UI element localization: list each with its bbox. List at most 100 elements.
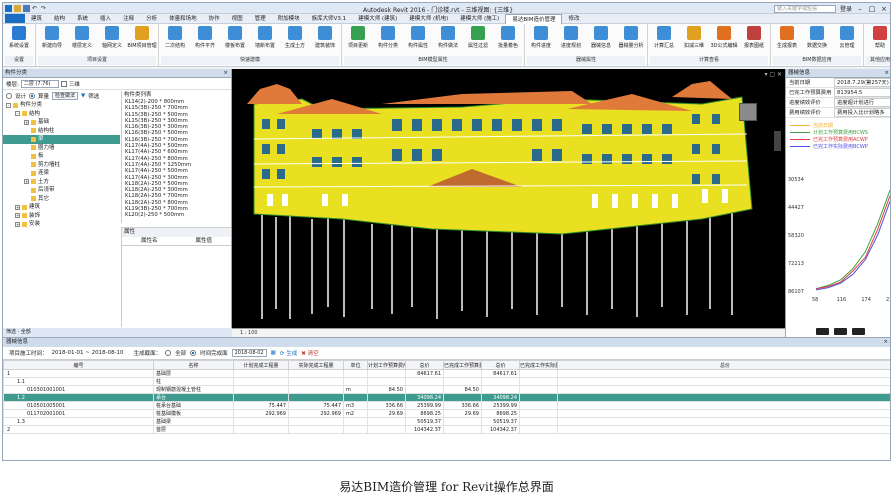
expand-icon[interactable]: + bbox=[24, 119, 29, 125]
cost-panel-close-icon[interactable]: × bbox=[883, 338, 888, 347]
column-header[interactable]: 总价 bbox=[405, 360, 444, 370]
ribbon-button[interactable]: 构件分类 bbox=[374, 26, 402, 49]
tree-node[interactable]: 剪力墙柱 bbox=[3, 161, 120, 170]
ribbon-button[interactable]: 属性过滤 bbox=[464, 26, 492, 49]
panel-close-icon[interactable]: × bbox=[223, 69, 228, 78]
ribbon-button[interactable]: 轴网定义 bbox=[98, 26, 126, 49]
user-label[interactable]: 登录 bbox=[840, 4, 852, 13]
maximize-button[interactable]: □ bbox=[868, 5, 876, 13]
save-icon[interactable] bbox=[23, 4, 30, 12]
tree-node[interactable]: - 构件分类 bbox=[3, 101, 120, 110]
tree-node[interactable]: + 土方 bbox=[3, 178, 120, 187]
ribbon-tab[interactable]: 易达BIM造价管理 bbox=[505, 13, 563, 24]
table-row[interactable]: 1.2 承台 34098.24 34098.24 bbox=[3, 393, 890, 402]
ribbon-button[interactable]: 楼层定义 bbox=[68, 26, 96, 49]
design-mode-radio[interactable] bbox=[6, 92, 12, 99]
ribbon-button[interactable]: 二次结构 bbox=[161, 26, 189, 49]
table-row[interactable]: 011702001001 桩基础模板 292.969 292.969 m2 29.69 86… bbox=[3, 409, 890, 418]
ribbon-tab[interactable]: 分析 bbox=[140, 14, 163, 24]
expand-icon[interactable]: + bbox=[15, 213, 20, 219]
column-header[interactable]: 总价 bbox=[557, 360, 890, 370]
revit-logo-icon[interactable] bbox=[5, 4, 12, 12]
ribbon-button[interactable]: 系统设置 bbox=[5, 26, 33, 49]
date-input[interactable]: 2018-08-02 bbox=[231, 349, 267, 357]
column-header[interactable]: 计划完成工程量 bbox=[233, 360, 289, 370]
tree-node[interactable]: 结构柱 bbox=[3, 127, 120, 136]
ribbon-tab[interactable]: 协作 bbox=[203, 14, 226, 24]
ribbon-button[interactable]: 扣减三维 bbox=[680, 26, 708, 49]
tree-node[interactable]: 板 bbox=[3, 152, 120, 161]
ribbon-button[interactable]: 楼板布置 bbox=[221, 26, 249, 49]
expand-icon[interactable]: + bbox=[15, 204, 20, 210]
column-header[interactable]: 编号 bbox=[3, 360, 154, 370]
ribbon-tab[interactable]: 视图 bbox=[226, 14, 249, 24]
3d-viewport[interactable]: ▾ ▢ ✕ 1: 100 bbox=[232, 69, 785, 337]
ribbon-button[interactable]: 器械信息 bbox=[587, 26, 615, 49]
all-radio[interactable] bbox=[165, 350, 172, 356]
ribbon-tab[interactable]: 结构 bbox=[48, 14, 71, 24]
table-row[interactable]: 1.3 基础梁 50519.37 50519.37 bbox=[3, 417, 890, 426]
ribbon-button[interactable]: 构件平齐 bbox=[191, 26, 219, 49]
ribbon-button[interactable]: 墙新布置 bbox=[251, 26, 279, 49]
ribbon-button[interactable]: 器械量分析 bbox=[617, 26, 645, 49]
ribbon-tab[interactable]: 管理 bbox=[249, 14, 272, 24]
calendar-icon[interactable]: ▦ bbox=[271, 350, 276, 356]
ribbon-tab[interactable]: 附加模块 bbox=[272, 14, 306, 24]
three-dim-checkbox[interactable] bbox=[60, 80, 67, 87]
ribbon-button[interactable]: 报表图纸 bbox=[740, 26, 768, 49]
column-header[interactable]: 实际完成工程量 bbox=[288, 360, 344, 370]
ribbon-button[interactable]: 构件进度 bbox=[527, 26, 555, 49]
view-cube[interactable] bbox=[739, 103, 757, 121]
ribbon-tab[interactable]: 体量和场地 bbox=[163, 14, 203, 24]
ribbon-tab[interactable]: 注释 bbox=[117, 14, 140, 24]
check-method-button[interactable]: 检查做法 bbox=[52, 91, 79, 100]
column-header[interactable]: 单位 bbox=[343, 360, 368, 370]
navigation-bar[interactable] bbox=[774, 131, 781, 151]
tree-node[interactable]: 后浇带 bbox=[3, 186, 120, 195]
ribbon-button[interactable]: 构件做法 bbox=[434, 26, 462, 49]
expand-icon[interactable]: + bbox=[15, 221, 20, 227]
ribbon-button[interactable]: 构件属性 bbox=[404, 26, 432, 49]
column-header[interactable]: 计划工作预算费用BCWS 单价 bbox=[367, 360, 406, 370]
tree-node[interactable]: + 建筑 bbox=[3, 203, 120, 212]
table-row[interactable]: 010301001001 现制钢筋混凝土管柱 m 84.50 84.50 bbox=[3, 385, 890, 394]
ribbon-button[interactable]: 建筑装饰 bbox=[311, 26, 339, 49]
ribbon-button[interactable]: 新建向导 bbox=[38, 26, 66, 49]
close-button[interactable]: × bbox=[880, 5, 888, 13]
help-search-input[interactable]: 键入关键字或短语 bbox=[773, 4, 836, 13]
expand-icon[interactable]: - bbox=[6, 102, 11, 108]
ribbon-tab[interactable]: 建模大师 (建筑) bbox=[352, 14, 403, 24]
ribbon-button[interactable]: 批量着色 bbox=[494, 26, 522, 49]
clear-button[interactable]: ✖ 清空 bbox=[301, 349, 318, 357]
tree-node[interactable]: 梁 bbox=[3, 135, 120, 144]
tree-node[interactable]: - 结构 bbox=[3, 110, 120, 119]
expand-icon[interactable]: + bbox=[24, 179, 29, 185]
tree-node[interactable]: 连梁 bbox=[3, 169, 120, 178]
column-header[interactable]: 总价 bbox=[481, 360, 520, 370]
floor-dropdown[interactable]: 二层 (7.76) bbox=[20, 79, 59, 88]
table-row[interactable]: 010501005001 桩承台基础 75.447 75.447 m3 336.66 253… bbox=[3, 401, 890, 410]
play-button[interactable] bbox=[834, 328, 847, 335]
component-type-item[interactable]: KL20(2)-250 * 500mm bbox=[122, 212, 231, 218]
table-row[interactable]: 2 首层 104342.37 104342.37 bbox=[3, 425, 890, 434]
open-icon[interactable] bbox=[14, 4, 21, 12]
column-header[interactable]: 名称 bbox=[153, 360, 234, 370]
application-menu-button[interactable] bbox=[5, 14, 25, 23]
ribbon-tab[interactable]: 建筑 bbox=[25, 14, 48, 24]
next-button[interactable] bbox=[852, 328, 865, 335]
ribbon-tab[interactable]: 修改 bbox=[562, 14, 585, 24]
undo-icon[interactable]: ↶ bbox=[32, 5, 39, 12]
redo-icon[interactable]: ↷ bbox=[41, 5, 48, 12]
progress-panel-close-icon[interactable]: × bbox=[884, 69, 889, 78]
ribbon-button[interactable]: 云管理 bbox=[833, 26, 861, 49]
filter-icon[interactable]: ▼ bbox=[81, 93, 85, 99]
generate-button[interactable]: ⟳ 生成 bbox=[280, 349, 297, 357]
ribbon-button[interactable]: 生成土方 bbox=[281, 26, 309, 49]
ribbon-button[interactable]: 进度规划 bbox=[557, 26, 585, 49]
column-header[interactable]: 已完成工作预算费用BCWP 单价 bbox=[443, 360, 482, 370]
time-radio[interactable] bbox=[190, 350, 197, 356]
quantity-mode-radio[interactable] bbox=[29, 92, 36, 99]
minimize-button[interactable]: – bbox=[856, 5, 864, 13]
table-row[interactable]: 1 基础层 84617.61 84617.61 bbox=[3, 369, 890, 378]
prev-button[interactable] bbox=[816, 328, 829, 335]
